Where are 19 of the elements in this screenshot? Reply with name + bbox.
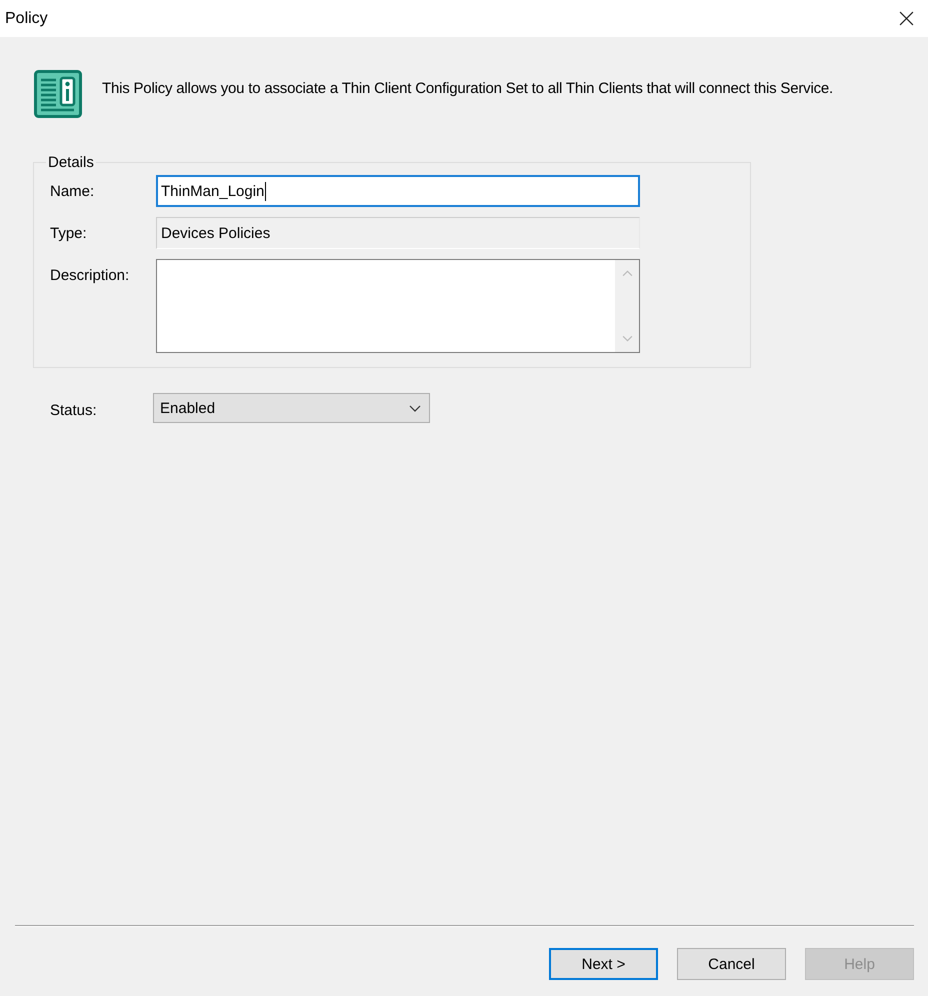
field-label: Name: [50,182,96,200]
status-dropdown[interactable]: Enabled [153,393,430,423]
dialog-button[interactable]: Cancel [677,948,786,980]
group-legend: Details [46,154,96,171]
field-label: Status: [50,400,98,418]
dialog-button[interactable]: Next > [549,948,658,980]
type-field: Devices Policies [156,217,640,249]
scroll-down-icon[interactable] [622,335,632,342]
scroll-up-icon[interactable] [622,270,632,277]
close-icon[interactable] [899,11,914,26]
document-icon [34,70,82,118]
field-label: Description: [50,266,130,284]
field-label: Type: [50,224,88,242]
window-title: Policy [5,10,48,28]
chevron-down-icon [409,404,421,412]
intro-text: This Policy allows you to associate a Thin Client Configuration Set to all Thin Clients that will connect this Service. [102,80,834,97]
description-field[interactable] [156,259,640,353]
name-field[interactable]: ThinMan_Login [156,175,640,207]
scrollbar[interactable] [615,260,639,352]
